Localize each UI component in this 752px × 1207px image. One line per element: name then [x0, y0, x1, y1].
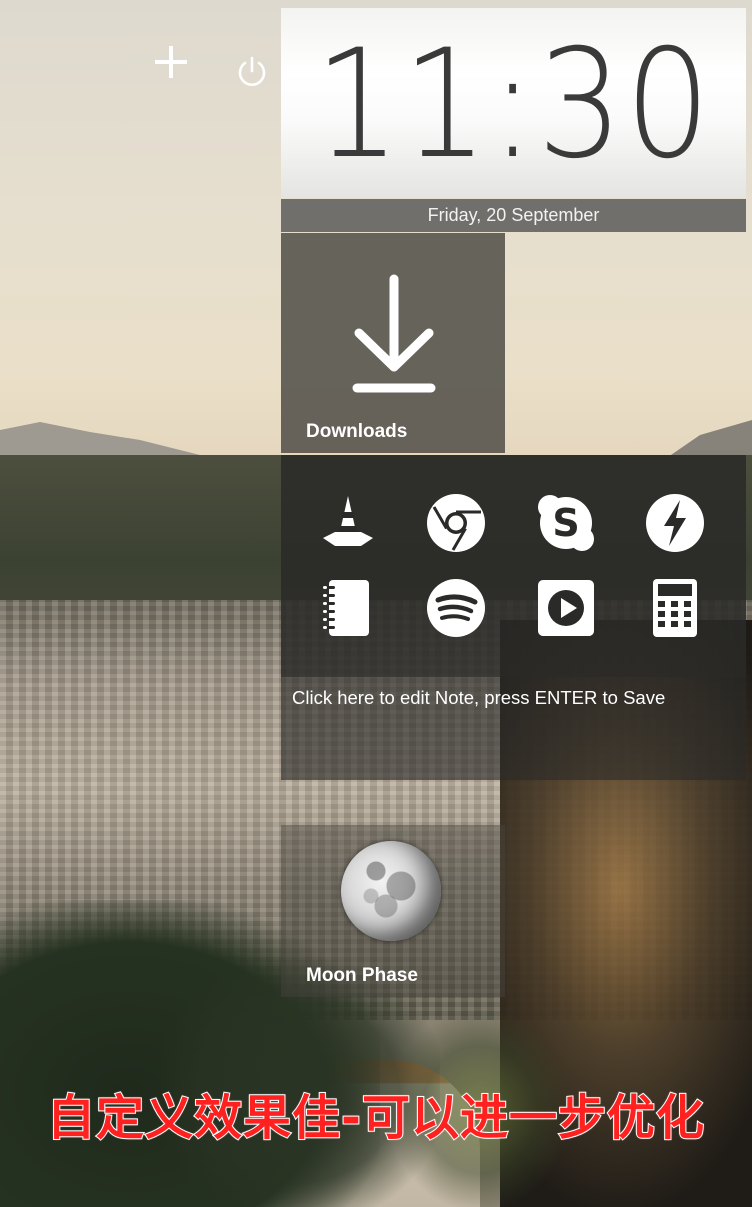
power-icon [238, 56, 266, 86]
power-button[interactable] [236, 56, 268, 88]
downloads-label: Downloads [306, 421, 408, 442]
notebook-icon [323, 580, 369, 636]
note-placeholder[interactable]: Click here to edit Note, press ENTER to … [292, 687, 665, 709]
downloads-tile[interactable]: Downloads [281, 233, 505, 453]
lightning-icon [646, 494, 704, 552]
vlc-app[interactable] [315, 490, 381, 556]
spotify-icon [427, 579, 485, 637]
note-tile[interactable]: Click here to edit Note, press ENTER to … [281, 677, 746, 780]
svg-text:S: S [552, 501, 579, 545]
clock-time: 11:30 [314, 18, 713, 192]
caption-overlay: 自定义效果佳-可以进一步优化 [46, 1089, 705, 1147]
clock-tile[interactable]: 11:30 [281, 8, 746, 198]
chrome-app[interactable] [423, 490, 489, 556]
date-bar: Friday, 20 September [281, 199, 746, 232]
media-player-app[interactable] [533, 575, 599, 641]
vlc-cone-icon [323, 496, 373, 546]
notebook-app[interactable] [315, 575, 381, 641]
skype-app[interactable]: S [533, 490, 599, 556]
moon-phase-tile[interactable]: Moon Phase [281, 825, 505, 997]
flash-app[interactable] [642, 490, 708, 556]
calculator-icon [653, 579, 697, 637]
plus-icon [155, 46, 187, 78]
add-widget-button[interactable] [153, 44, 189, 80]
play-icon [538, 580, 594, 636]
download-icon [352, 274, 436, 393]
spotify-app[interactable] [423, 575, 489, 641]
app-launcher-tile: S [281, 455, 746, 677]
moon-phase-label: Moon Phase [306, 965, 418, 986]
chrome-icon [427, 494, 485, 552]
calculator-app[interactable] [642, 575, 708, 641]
moon-icon [341, 841, 441, 941]
skype-icon: S [538, 495, 594, 551]
